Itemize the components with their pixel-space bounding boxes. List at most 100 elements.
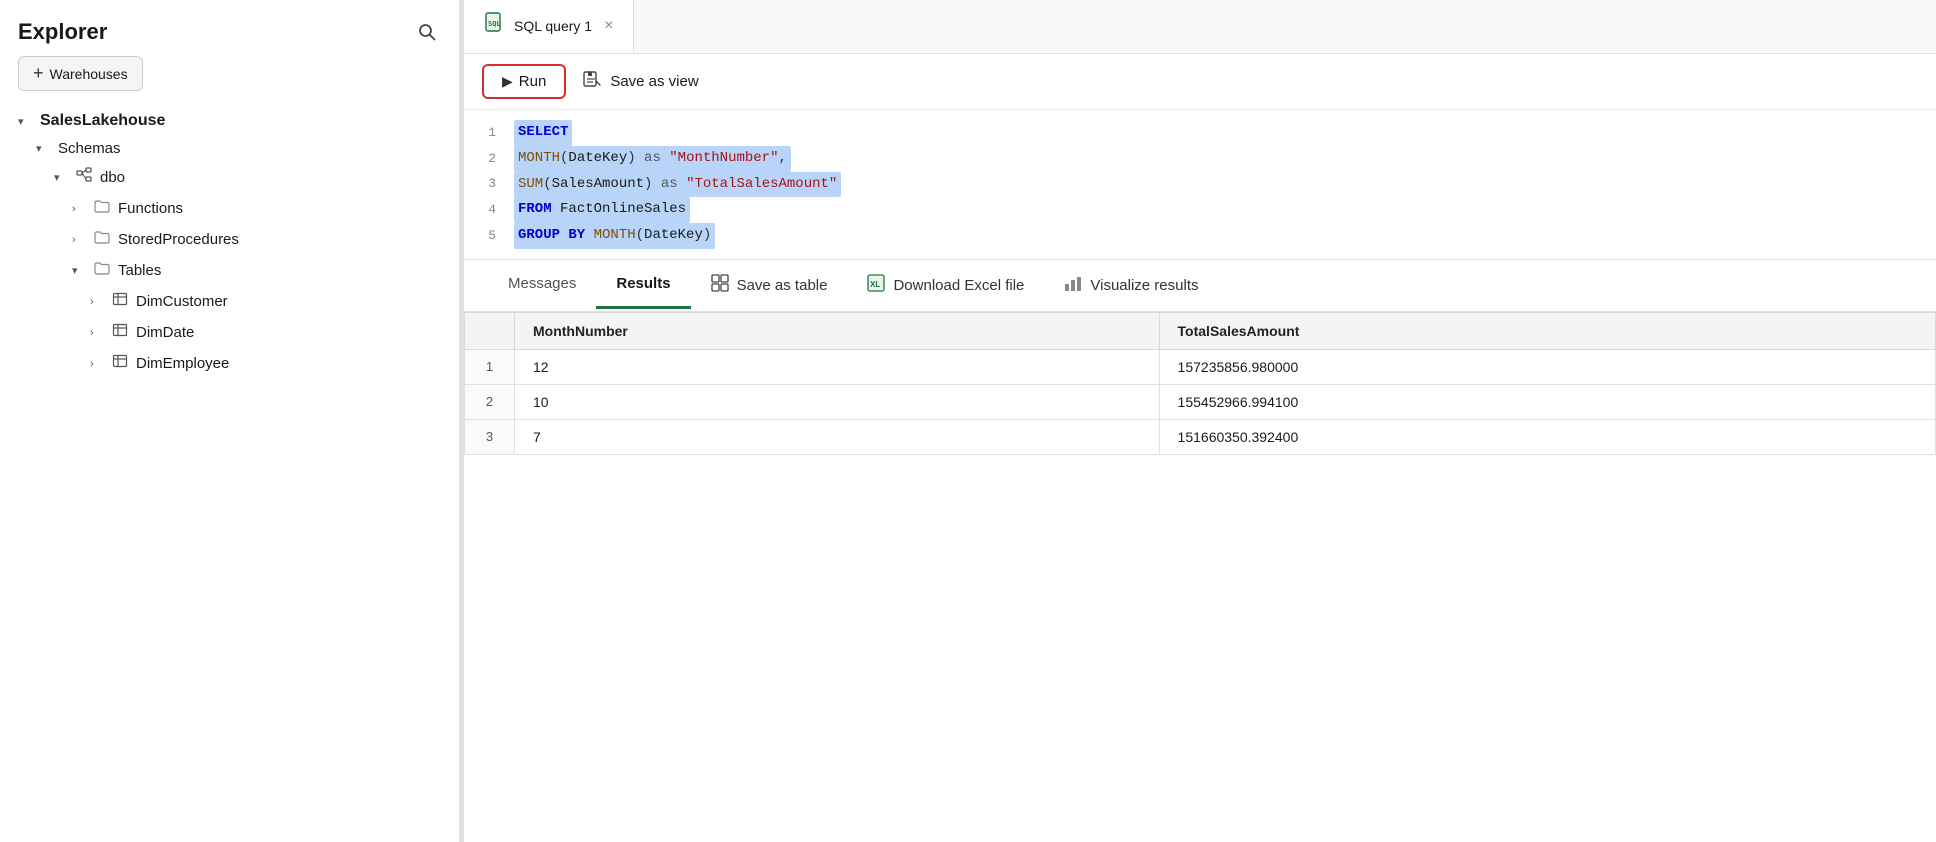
download-excel-button[interactable]: XL Download Excel file (847, 260, 1044, 311)
code-text: FROM FactOnlineSales (514, 197, 690, 223)
cell-month-1: 12 (515, 349, 1160, 384)
svg-text:XL: XL (870, 280, 880, 289)
explorer-title: Explorer (18, 19, 107, 45)
tree-item-dimemployee[interactable]: › DimEmployee (0, 348, 459, 379)
toolbar: ▶ Run Save as view (464, 54, 1936, 110)
tab-bar: SQL SQL query 1 × (464, 0, 1936, 54)
cell-total-1: 157235856.980000 (1159, 349, 1935, 384)
chevron-down-icon: ▾ (18, 115, 36, 128)
tab-messages[interactable]: Messages (488, 261, 596, 309)
save-view-button[interactable]: Save as view (582, 69, 698, 94)
chevron-right-icon: › (90, 358, 108, 370)
chevron-down-icon: ▾ (36, 142, 54, 155)
save-as-table-button[interactable]: Save as table (691, 260, 848, 311)
schema-icon (76, 167, 92, 188)
tab-label: SQL query 1 (514, 18, 592, 34)
sql-query-tab[interactable]: SQL SQL query 1 × (464, 0, 634, 53)
row-num-1: 1 (465, 349, 515, 384)
folder-icon (94, 198, 110, 219)
table-row: 3 7 151660350.392400 (465, 419, 1936, 454)
cell-total-2: 155452966.994100 (1159, 384, 1935, 419)
main-area: SQL SQL query 1 × ▶ Run Save as view 1 S… (464, 0, 1936, 842)
col-header-rownum (465, 312, 515, 349)
search-button[interactable] (413, 18, 441, 46)
tree-item-dimcustomer[interactable]: › DimCustomer (0, 286, 459, 317)
messages-tab-label: Messages (508, 275, 576, 292)
line-number: 2 (464, 148, 514, 170)
line-number: 1 (464, 122, 514, 144)
line-number: 3 (464, 173, 514, 195)
chevron-right-icon: › (90, 327, 108, 339)
col-header-monthnumber: MonthNumber (515, 312, 1160, 349)
chart-icon (1064, 274, 1082, 297)
tree-item-tables[interactable]: ▾ Tables (0, 255, 459, 286)
code-line-1: 1 SELECT (464, 120, 1936, 146)
run-label: Run (519, 73, 547, 90)
code-text: SELECT (514, 120, 572, 146)
storedprocedures-label: StoredProcedures (118, 231, 239, 248)
excel-icon: XL (867, 274, 885, 297)
chevron-right-icon: › (90, 296, 108, 308)
grid-icon (711, 274, 729, 297)
code-editor[interactable]: 1 SELECT 2 MONTH(DateKey) as "MonthNumbe… (464, 110, 1936, 260)
code-line-4: 4 FROM FactOnlineSales (464, 197, 1936, 223)
dimcustomer-label: DimCustomer (136, 293, 228, 310)
add-warehouses-button[interactable]: + Warehouses (18, 56, 143, 91)
visualize-results-label: Visualize results (1090, 277, 1198, 294)
folder-icon (94, 260, 110, 281)
col-header-totalsalesamount: TotalSalesAmount (1159, 312, 1935, 349)
line-number: 4 (464, 199, 514, 221)
dimdate-label: DimDate (136, 324, 194, 341)
chevron-right-icon: › (72, 234, 90, 246)
svg-text:SQL: SQL (488, 20, 501, 28)
cell-month-2: 10 (515, 384, 1160, 419)
sql-file-icon: SQL (484, 12, 506, 39)
save-view-label: Save as view (610, 73, 698, 90)
results-area: Messages Results Save as table XL Downlo… (464, 260, 1936, 842)
code-line-3: 3 SUM(SalesAmount) as "TotalSalesAmount" (464, 172, 1936, 198)
sidebar-header: Explorer (0, 0, 459, 56)
search-icon (417, 22, 437, 42)
schemas-label: Schemas (58, 140, 121, 157)
table-header-row: MonthNumber TotalSalesAmount (465, 312, 1936, 349)
table-icon (112, 291, 128, 312)
table-row: 1 12 157235856.980000 (465, 349, 1936, 384)
table-row: 2 10 155452966.994100 (465, 384, 1936, 419)
dimemployee-label: DimEmployee (136, 355, 229, 372)
tree: ▾ SalesLakehouse ▾ Schemas ▾ dbo › Funct… (0, 103, 459, 379)
chevron-right-icon: › (72, 203, 90, 215)
tree-item-schemas[interactable]: ▾ Schemas (0, 135, 459, 162)
table-icon (112, 353, 128, 374)
save-as-table-label: Save as table (737, 277, 828, 294)
folder-icon (94, 229, 110, 250)
code-line-5: 5 GROUP BY MONTH(DateKey) (464, 223, 1936, 249)
row-num-2: 2 (465, 384, 515, 419)
cell-month-3: 7 (515, 419, 1160, 454)
results-table: MonthNumber TotalSalesAmount 1 12 157235… (464, 312, 1936, 455)
code-line-2: 2 MONTH(DateKey) as "MonthNumber", (464, 146, 1936, 172)
table-icon (112, 322, 128, 343)
download-excel-label: Download Excel file (893, 277, 1024, 294)
tab-results[interactable]: Results (596, 261, 690, 309)
tree-item-storedprocedures[interactable]: › StoredProcedures (0, 224, 459, 255)
tree-item-functions[interactable]: › Functions (0, 193, 459, 224)
chevron-down-icon: ▾ (54, 171, 72, 184)
visualize-results-button[interactable]: Visualize results (1044, 260, 1218, 311)
code-text: SUM(SalesAmount) as "TotalSalesAmount" (514, 172, 841, 198)
play-icon: ▶ (502, 73, 513, 90)
chevron-down-icon: ▾ (72, 264, 90, 277)
tree-item-dbo[interactable]: ▾ dbo (0, 162, 459, 193)
run-button[interactable]: ▶ Run (482, 64, 566, 99)
data-table-wrap: MonthNumber TotalSalesAmount 1 12 157235… (464, 312, 1936, 842)
tab-close-button[interactable]: × (604, 17, 613, 35)
cell-total-3: 151660350.392400 (1159, 419, 1935, 454)
tables-label: Tables (118, 262, 161, 279)
tree-item-dimdate[interactable]: › DimDate (0, 317, 459, 348)
results-tab-label: Results (616, 275, 670, 292)
functions-label: Functions (118, 200, 183, 217)
sidebar: Explorer + Warehouses ▾ SalesLakehouse ▾… (0, 0, 460, 842)
dbo-label: dbo (100, 169, 125, 186)
line-number: 5 (464, 225, 514, 247)
row-num-3: 3 (465, 419, 515, 454)
tree-item-saleslakehouse[interactable]: ▾ SalesLakehouse (0, 107, 459, 135)
